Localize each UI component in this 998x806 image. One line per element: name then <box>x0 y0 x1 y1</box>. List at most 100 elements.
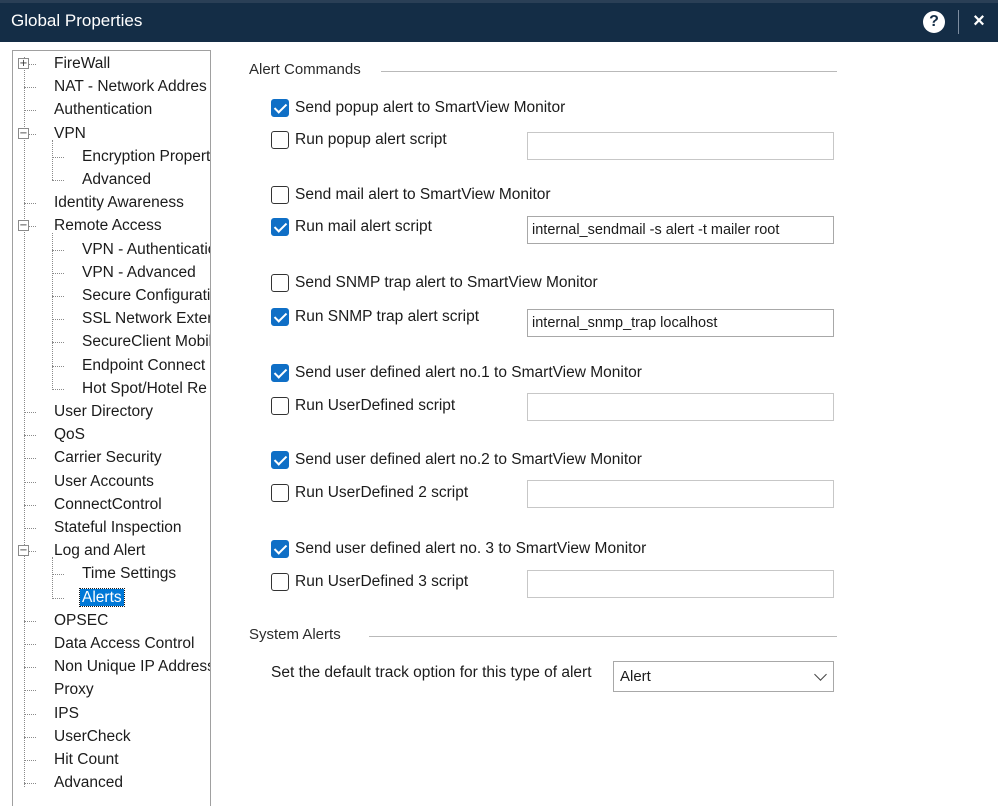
tree-connector <box>52 557 53 597</box>
send-ud3-alert-check[interactable] <box>271 540 289 558</box>
tree-connector <box>52 156 64 158</box>
collapse-icon[interactable]: − <box>18 545 29 557</box>
tree-item-nat-network-addres[interactable]: NAT - Network Addres <box>52 76 209 97</box>
tree-item-label: Advanced <box>82 171 151 188</box>
tree-item-vpn[interactable]: VPN <box>52 123 88 144</box>
tree-connector <box>52 296 64 297</box>
popup-script-field[interactable] <box>527 132 834 160</box>
tree-connector <box>24 203 36 205</box>
tree-item-user-accounts[interactable]: User Accounts <box>52 471 156 492</box>
title-bar-divider <box>958 10 959 34</box>
run-popup-script-check[interactable] <box>271 131 289 149</box>
tree-connector <box>24 736 36 738</box>
tree-item-identity-awareness[interactable]: Identity Awareness <box>52 192 186 213</box>
tree-item-qos[interactable]: QoS <box>52 424 87 445</box>
title-bar: Global Properties ? × <box>0 0 998 42</box>
tree-connector <box>52 272 64 274</box>
default-track-select[interactable]: Alert <box>613 661 834 692</box>
tree-connector <box>24 435 36 437</box>
tree-item-hot-spot-hotel-re[interactable]: Hot Spot/Hotel Re <box>80 378 209 399</box>
tree-item-proxy[interactable]: Proxy <box>52 679 96 700</box>
tree-item-label: VPN - Advanced <box>82 263 196 281</box>
tree-item-label: Time Settings <box>82 565 177 583</box>
tree-item-advanced[interactable]: Advanced <box>80 169 153 190</box>
tree-item-firewall[interactable]: FireWall <box>52 53 112 74</box>
tree-item-usercheck[interactable]: UserCheck <box>52 726 133 747</box>
tree-connector <box>24 87 36 89</box>
tree-item-label: SecureClient Mobil <box>82 333 211 351</box>
collapse-icon[interactable]: − <box>18 127 29 139</box>
tree-item-label: Identity Awareness <box>54 194 184 212</box>
tree-item-label: VPN <box>54 124 86 142</box>
chevron-down-icon[interactable] <box>814 668 827 681</box>
tree-item-secureclient-mobil[interactable]: SecureClient Mobil <box>80 331 211 352</box>
send-snmp-alert-check[interactable] <box>271 274 289 292</box>
tree-item-carrier-security[interactable]: Carrier Security <box>52 447 164 468</box>
tree-connector <box>52 319 64 321</box>
run-ud2-script-check[interactable] <box>271 484 289 502</box>
tree-item-hit-count[interactable]: Hit Count <box>52 749 121 770</box>
tree-item-label: Advanced <box>54 774 123 792</box>
ud1-script-field[interactable] <box>527 393 834 421</box>
ud3-script-field[interactable] <box>527 570 834 598</box>
title-bar-strip <box>0 0 998 3</box>
tree-item-authentication[interactable]: Authentication <box>52 99 154 120</box>
tree-item-alerts[interactable]: Alerts <box>79 587 125 608</box>
run-mail-script-check[interactable] <box>271 218 289 236</box>
tree-item-label: OPSEC <box>54 611 109 629</box>
tree-connector <box>24 644 36 645</box>
tree-item-ssl-network-exter[interactable]: SSL Network Exter <box>80 308 210 329</box>
tree-item-label: Hit Count <box>54 751 119 768</box>
tree-connector <box>52 249 64 251</box>
send-ud1-alert-check[interactable] <box>271 364 289 382</box>
tree-connector <box>24 620 36 622</box>
tree-connector <box>24 783 36 785</box>
tree-item-vpn-authenticatio[interactable]: VPN - Authenticatio <box>80 239 211 260</box>
tree-item-ips[interactable]: IPS <box>52 703 81 724</box>
alert-commands-group-label: Alert Commands <box>249 61 361 78</box>
ud2-script-field[interactable] <box>527 480 834 508</box>
system-alerts-group-label: System Alerts <box>249 626 341 643</box>
tree-item-endpoint-connect[interactable]: Endpoint Connect <box>80 355 207 376</box>
send-ud1-alert-label: Send user defined alert no.1 to SmartVie… <box>295 364 642 381</box>
tree-item-label: VPN - Authenticatio <box>82 240 211 258</box>
tree-item-label: Data Access Control <box>54 635 195 652</box>
send-mail-alert-check[interactable] <box>271 186 289 204</box>
help-icon[interactable]: ? <box>923 11 945 33</box>
send-ud3-alert-label: Send user defined alert no. 3 to SmartVi… <box>295 540 647 557</box>
send-ud2-alert-check[interactable] <box>271 451 289 469</box>
tree-connector <box>24 110 36 112</box>
tree-item-label: User Accounts <box>54 472 154 490</box>
tree-item-secure-configuratio[interactable]: Secure Configuratio <box>80 285 210 306</box>
tree-item-stateful-inspection[interactable]: Stateful Inspection <box>52 517 184 538</box>
tree-item-opsec[interactable]: OPSEC <box>52 610 110 631</box>
tree-item-label: Endpoint Connect <box>82 356 206 374</box>
tree-item-log-and-alert[interactable]: Log and Alert <box>52 540 147 561</box>
tree-item-vpn-advanced[interactable]: VPN - Advanced <box>80 262 198 283</box>
tree-item-user-directory[interactable]: User Directory <box>52 401 155 422</box>
tree-item-label: QoS <box>54 426 86 444</box>
alert-commands-divider <box>381 71 837 72</box>
tree-item-time-settings[interactable]: Time Settings <box>80 563 178 584</box>
tree-item-non-unique-ip-address[interactable]: Non Unique IP Address <box>52 656 210 677</box>
send-popup-alert-check[interactable] <box>271 99 289 117</box>
run-ud3-script-check[interactable] <box>271 573 289 591</box>
collapse-icon[interactable]: − <box>18 220 29 232</box>
mail-script-field[interactable]: internal_sendmail -s alert -t mailer roo… <box>527 216 834 244</box>
run-ud2-script-label: Run UserDefined 2 script <box>295 484 469 501</box>
tree-item-label: Alerts <box>79 587 125 607</box>
tree-item-remote-access[interactable]: Remote Access <box>52 215 164 236</box>
snmp-script-field[interactable]: internal_snmp_trap localhost <box>527 309 834 337</box>
tree-item-encryption-properti[interactable]: Encryption Properti <box>80 146 210 167</box>
send-ud2-alert-label: Send user defined alert no.2 to SmartVie… <box>295 451 642 468</box>
run-mail-script-label: Run mail alert script <box>295 218 432 235</box>
run-ud1-script-check[interactable] <box>271 397 289 415</box>
expand-icon[interactable]: + <box>18 58 29 69</box>
tree-item-data-access-control[interactable]: Data Access Control <box>52 633 196 654</box>
tree-item-connectcontrol[interactable]: ConnectControl <box>52 494 164 515</box>
close-icon[interactable]: × <box>968 8 990 34</box>
tree-connector <box>52 388 64 390</box>
tree-item-advanced[interactable]: Advanced <box>52 772 125 793</box>
properties-tree[interactable]: + FireWall NAT - Network Addres Authenticat… <box>12 50 211 806</box>
run-snmp-script-check[interactable] <box>271 308 289 326</box>
